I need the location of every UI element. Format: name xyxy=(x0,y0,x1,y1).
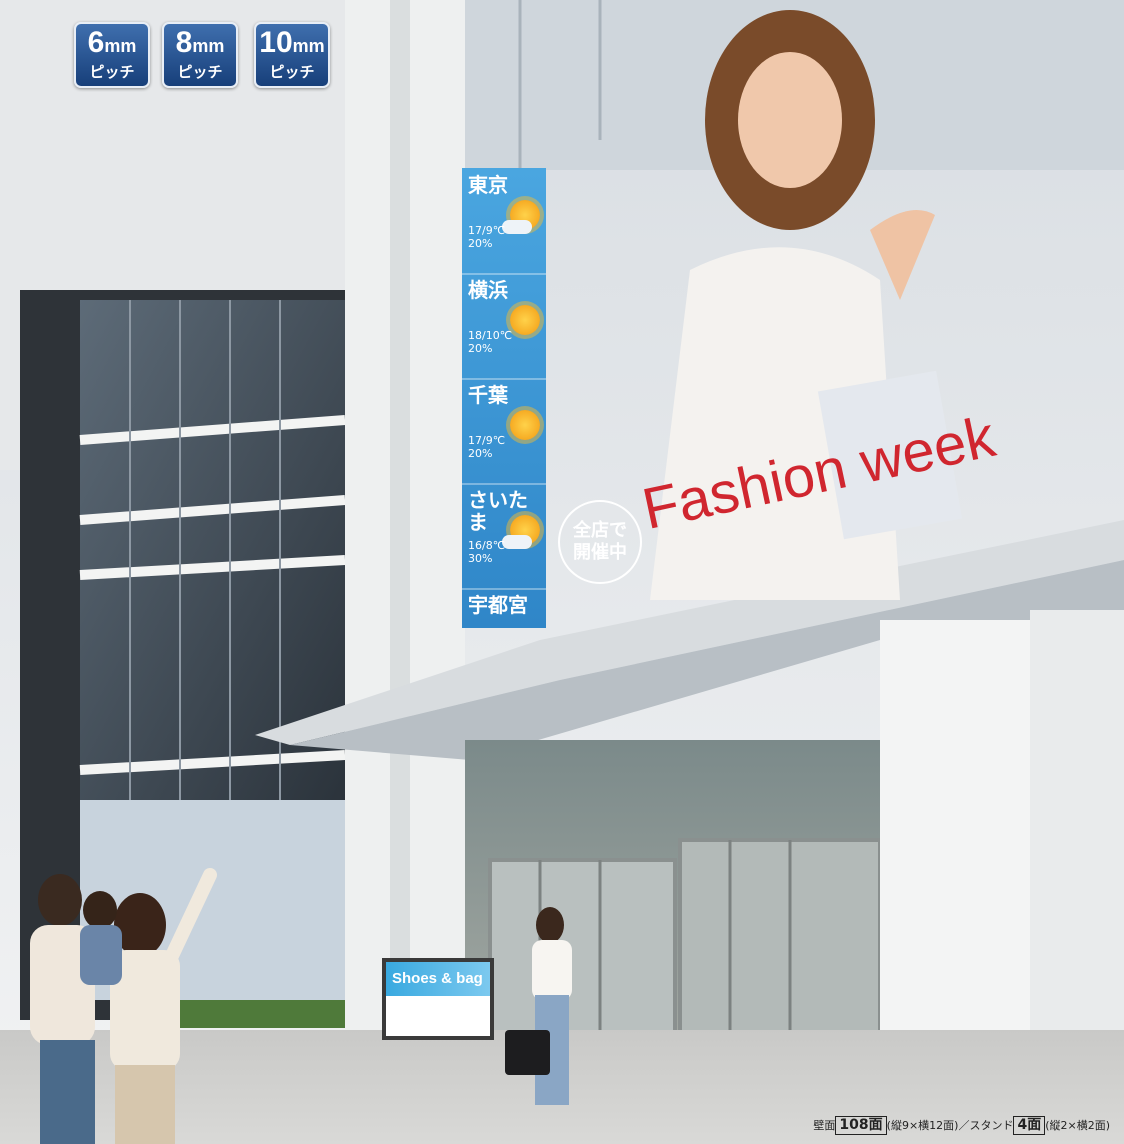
pitch-badge-6mm: 6mm ピッチ xyxy=(74,22,150,88)
stand-sign-text: Shoes & bag xyxy=(386,962,490,996)
weather-row-saitama: さいたま 16/8℃ 30% xyxy=(462,483,546,590)
pitch-badge-8mm: 8mm ピッチ xyxy=(162,22,238,88)
weather-temp: 17/9℃ 20% xyxy=(468,434,506,460)
pitch-size: 8 xyxy=(175,26,193,59)
all-stores-badge: 全店で 開催中 xyxy=(558,500,642,584)
pitch-unit: mm xyxy=(104,36,137,56)
cloud-icon xyxy=(502,220,532,234)
pitch-label: ピッチ xyxy=(177,63,223,81)
sun-icon xyxy=(510,410,540,440)
weather-city: 横浜 xyxy=(468,278,508,302)
weather-city: 千葉 xyxy=(468,383,508,407)
pitch-badge-10mm: 10mm ピッチ xyxy=(254,22,330,88)
pitch-size: 10 xyxy=(259,26,293,59)
weather-row-tokyo: 東京 17/9℃ 20% xyxy=(462,168,546,275)
building-scene xyxy=(0,0,1124,1144)
pitch-unit: mm xyxy=(192,36,225,56)
caption-wall-count: 108面 xyxy=(835,1116,887,1135)
weather-city: 東京 xyxy=(468,173,508,197)
caption-separator: ／ xyxy=(958,1119,970,1132)
weather-temp: 16/8℃ 30% xyxy=(468,539,506,565)
cloud-icon xyxy=(502,535,532,549)
weather-row-yokohama: 横浜 18/10℃ 20% xyxy=(462,273,546,380)
badge-line-1: 全店で xyxy=(573,520,627,541)
sun-icon xyxy=(510,305,540,335)
caption-wall-prefix: 壁面 xyxy=(813,1119,836,1132)
pitch-unit: mm xyxy=(292,36,325,56)
badge-line-2: 開催中 xyxy=(573,542,627,563)
weather-temp: 17/9℃ 20% xyxy=(468,224,506,250)
weather-temp: 18/10℃ 20% xyxy=(468,329,513,355)
weather-city: 宇都宮 xyxy=(468,593,528,617)
stand-display: Shoes & bag xyxy=(382,958,494,1040)
pitch-label: ピッチ xyxy=(269,63,315,81)
caption-stand-count: 4面 xyxy=(1013,1116,1046,1135)
caption-stand-detail: (縦2×横2面) xyxy=(1045,1119,1110,1132)
display-caption: 壁面 108面 (縦9×横12面)／スタンド 4面 (縦2×横2面) xyxy=(813,1116,1110,1136)
weather-row-utsunomiya: 宇都宮 xyxy=(462,588,546,628)
pitch-label: ピッチ xyxy=(89,63,135,81)
caption-wall-detail: (縦9×横12面) xyxy=(886,1119,959,1132)
pitch-size: 6 xyxy=(87,26,105,59)
weather-row-chiba: 千葉 17/9℃ 20% xyxy=(462,378,546,485)
caption-stand-prefix: スタンド xyxy=(969,1119,1014,1132)
weather-panel: 東京 17/9℃ 20% 横浜 18/10℃ 20% 千葉 17/9℃ 20% さいた… xyxy=(462,168,546,628)
